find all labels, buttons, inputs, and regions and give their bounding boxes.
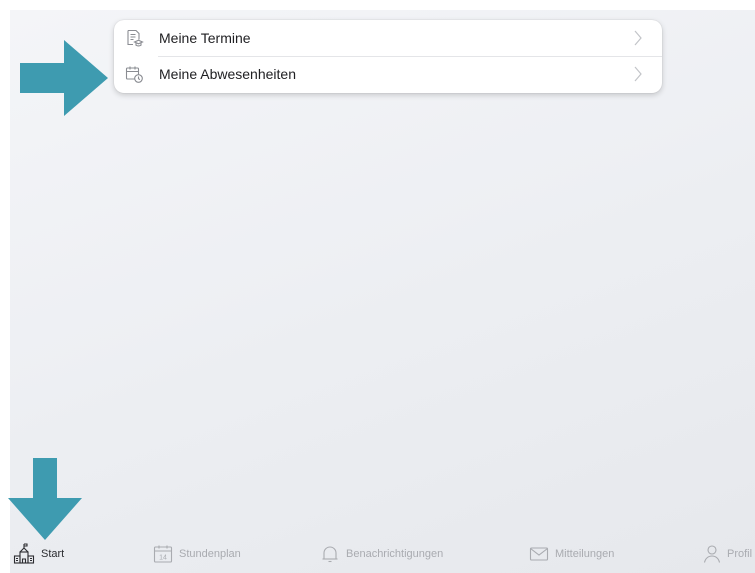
tab-label-profil: Profil xyxy=(727,548,753,560)
svg-text:14: 14 xyxy=(159,555,167,562)
annotation-arrow-down xyxy=(8,458,82,540)
menu-item-label: Meine Abwesenheiten xyxy=(159,66,296,82)
annotation-arrow-right xyxy=(20,40,108,116)
envelope-icon xyxy=(529,547,549,561)
calendar-clock-icon xyxy=(125,66,143,83)
menu-item-meine-termine[interactable]: Meine Termine xyxy=(114,20,662,56)
tab-bar: Start 14 Stundenplan Benachrichtigungen xyxy=(10,535,755,573)
bell-icon xyxy=(322,546,338,563)
document-graduation-icon xyxy=(127,29,144,47)
chevron-right-icon xyxy=(634,66,642,82)
tab-label-stundenplan: Stundenplan xyxy=(179,548,241,560)
menu-item-meine-abwesenheiten[interactable]: Meine Abwesenheiten xyxy=(114,56,662,92)
calendar-14-icon: 14 xyxy=(153,545,173,563)
tab-label-mitteilungen: Mitteilungen xyxy=(555,548,615,560)
tab-mitteilungen[interactable]: Mitteilungen xyxy=(529,535,614,573)
app-screen: Meine Termine Meine Abwesenheiten Start … xyxy=(10,10,755,573)
menu-card: Meine Termine Meine Abwesenheiten xyxy=(114,20,662,93)
tab-label-start: Start xyxy=(41,548,65,560)
tab-stundenplan[interactable]: 14 Stundenplan xyxy=(153,535,241,573)
tab-profil[interactable]: Profil xyxy=(703,535,752,573)
person-icon xyxy=(703,545,721,563)
chevron-right-icon xyxy=(634,30,642,46)
menu-item-label: Meine Termine xyxy=(159,30,251,46)
tab-start[interactable]: Start xyxy=(13,535,64,573)
school-building-icon xyxy=(13,543,35,564)
tab-benachrichtigungen[interactable]: Benachrichtigungen xyxy=(320,535,443,573)
tab-label-benachrichtigungen: Benachrichtigungen xyxy=(346,548,444,560)
